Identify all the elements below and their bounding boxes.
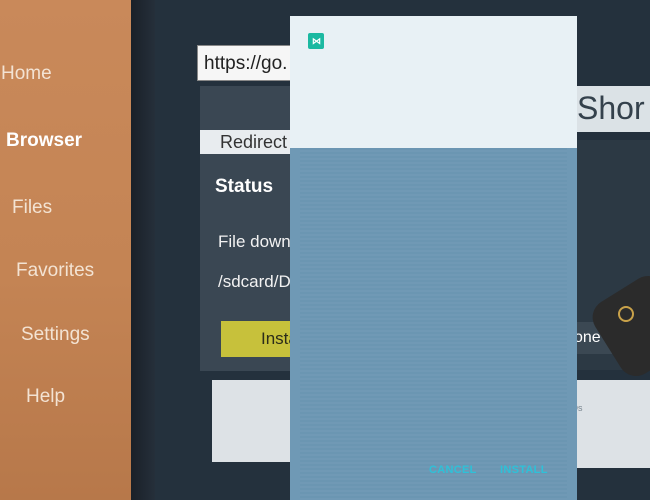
sidebar-item-favorites[interactable]: Favorites <box>16 260 94 282</box>
app-install-icon: ⋈ <box>308 33 324 49</box>
shorts-heading: Shor <box>577 90 645 126</box>
sidebar-item-files[interactable]: Files <box>12 197 52 219</box>
sidebar-item-browser[interactable]: Browser <box>6 130 82 152</box>
install-button[interactable]: INSTALL <box>500 464 548 476</box>
dialog-body <box>300 148 567 500</box>
faq-box <box>572 380 650 468</box>
remote-button-icon <box>618 306 634 322</box>
cancel-button[interactable]: CANCEL <box>429 464 477 476</box>
status-title: Status <box>215 176 274 197</box>
sidebar-item-settings[interactable]: Settings <box>21 324 90 346</box>
dialog-header: ⋈ <box>290 16 577 148</box>
install-dialog: ⋈ CANCEL INSTALL <box>290 16 577 500</box>
sidebar-item-help[interactable]: Help <box>26 386 65 408</box>
file-download-status: File down <box>218 232 291 251</box>
download-path: /sdcard/D <box>218 272 291 291</box>
sidebar-item-home[interactable]: Home <box>1 63 52 85</box>
